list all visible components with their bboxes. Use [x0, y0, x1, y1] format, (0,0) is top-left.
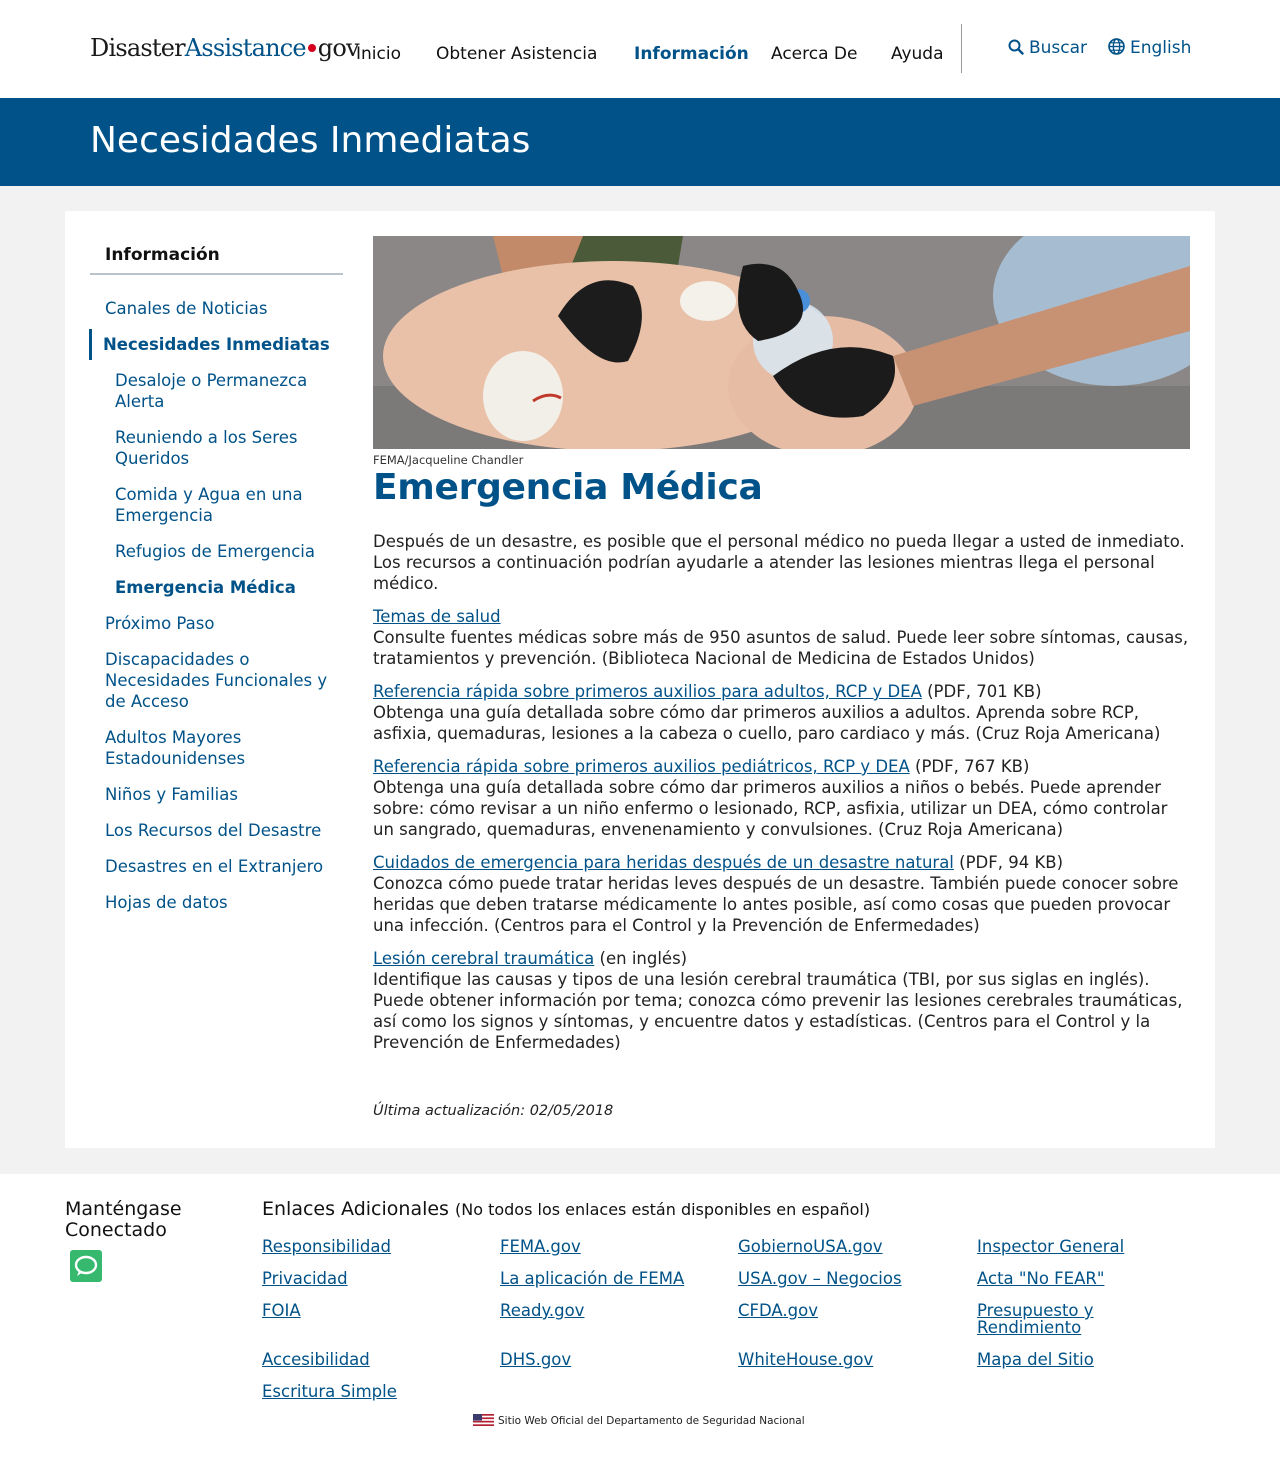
official-site-notice: Sitio Web Oficial del Departamento de Se…: [473, 1414, 805, 1427]
resource-item: Referencia rápida sobre primeros auxilio…: [373, 756, 1190, 840]
footer-link-usagov-negocios[interactable]: USA.gov – Negocios: [738, 1270, 902, 1287]
footer-link-privacidad[interactable]: Privacidad: [262, 1270, 348, 1287]
resource-description: Identifique las causas y tipos de una le…: [373, 970, 1183, 1052]
chat-icon[interactable]: [70, 1250, 102, 1282]
sidebar-item-proximo-paso[interactable]: Próximo Paso: [105, 613, 335, 634]
sidebar-item-desastres-extranjero[interactable]: Desastres en el Extranjero: [105, 856, 340, 877]
nav-ayuda[interactable]: Ayuda: [891, 44, 944, 64]
search-label: Buscar: [1029, 38, 1088, 58]
resource-link-pediatricos-rcp[interactable]: Referencia rápida sobre primeros auxilio…: [373, 757, 910, 776]
globe-icon: [1108, 38, 1125, 55]
image-caption: FEMA/Jacqueline Chandler: [373, 453, 524, 467]
sidebar-current-indicator: [89, 329, 92, 360]
footer-link-ready[interactable]: Ready.gov: [500, 1302, 584, 1319]
sidebar-divider: [90, 273, 343, 275]
article-title: Emergencia Médica: [373, 467, 763, 508]
logo-text-gov: gov: [317, 34, 360, 62]
site-header: DisasterAssistance gov Inicio Obtener Asi…: [0, 0, 1280, 98]
language-toggle[interactable]: English: [1108, 38, 1191, 58]
resource-link-adultos-rcp[interactable]: Referencia rápida sobre primeros auxilio…: [373, 682, 922, 701]
page-title: Necesidades Inmediatas: [90, 120, 531, 161]
sidebar-item-adultos-mayores[interactable]: Adultos Mayores Estadounidenses: [105, 727, 305, 769]
nav-obtener-asistencia[interactable]: Obtener Asistencia: [436, 44, 597, 64]
sidebar-item-desaloje[interactable]: Desaloje o Permanezca Alerta: [115, 370, 325, 412]
footer-link-presupuesto[interactable]: Presupuesto y Rendimiento: [977, 1302, 1117, 1336]
nav-acerca-de[interactable]: Acerca De: [771, 44, 857, 64]
resource-link-cuidados-heridas[interactable]: Cuidados de emergencia para heridas desp…: [373, 853, 954, 872]
us-flag-icon: [473, 1414, 494, 1426]
footer-link-accesibilidad[interactable]: Accesibilidad: [262, 1351, 370, 1368]
additional-links-note: (No todos los enlaces están disponibles …: [455, 1200, 871, 1219]
search-icon: [1008, 39, 1024, 55]
nav-informacion[interactable]: Información: [634, 44, 749, 64]
nav-inicio[interactable]: Inicio: [356, 44, 401, 64]
resource-item: Temas de salud Consulte fuentes médicas …: [373, 606, 1190, 669]
resource-suffix: (PDF, 701 KB): [921, 682, 1042, 701]
sidebar-item-discapacidades[interactable]: Discapacidades o Necesidades Funcionales…: [105, 649, 335, 712]
hero-image-cpr-training: [373, 236, 1190, 449]
sidebar-title: Información: [105, 245, 220, 265]
footer-link-mapa-del-sitio[interactable]: Mapa del Sitio: [977, 1351, 1094, 1368]
logo-dot: [307, 44, 316, 52]
sidebar-item-canales-de-noticias[interactable]: Canales de Noticias: [105, 298, 335, 319]
resource-description: Consulte fuentes médicas sobre más de 95…: [373, 628, 1189, 668]
footer-link-no-fear[interactable]: Acta "No FEAR": [977, 1270, 1104, 1287]
site-logo[interactable]: DisasterAssistance gov: [90, 34, 360, 62]
footer-link-foia[interactable]: FOIA: [262, 1302, 301, 1319]
footer-link-fema[interactable]: FEMA.gov: [500, 1238, 581, 1255]
footer-link-dhs[interactable]: DHS.gov: [500, 1351, 571, 1368]
resource-suffix: (PDF, 94 KB): [953, 853, 1064, 872]
resource-item: Referencia rápida sobre primeros auxilio…: [373, 681, 1190, 744]
resource-description: Conozca cómo puede tratar heridas leves …: [373, 874, 1179, 935]
resource-link-lesion-cerebral[interactable]: Lesión cerebral traumática: [373, 949, 594, 968]
resource-description: Obtenga una guía detallada sobre cómo da…: [373, 703, 1161, 743]
footer-link-whitehouse[interactable]: WhiteHouse.gov: [738, 1351, 873, 1368]
sidebar-item-necesidades-inmediatas[interactable]: Necesidades Inmediatas: [103, 334, 338, 355]
language-label: English: [1130, 38, 1192, 58]
sidebar-item-reuniendo[interactable]: Reuniendo a los Seres Queridos: [115, 427, 325, 469]
logo-text-disaster: Disaster: [90, 34, 186, 62]
footer-link-responsibilidad[interactable]: Responsibilidad: [262, 1238, 391, 1255]
sidebar-item-hojas-de-datos[interactable]: Hojas de datos: [105, 892, 335, 913]
sidebar-item-ninos-y-familias[interactable]: Niños y Familias: [105, 784, 335, 805]
resource-link-temas-de-salud[interactable]: Temas de salud: [373, 607, 501, 626]
official-site-text: Sitio Web Oficial del Departamento de Se…: [498, 1415, 805, 1427]
logo-text-assistance: Assistance: [184, 34, 307, 62]
search-button[interactable]: Buscar: [1008, 38, 1087, 58]
sidebar-item-comida-y-agua[interactable]: Comida y Agua en una Emergencia: [115, 484, 325, 526]
sidebar-item-refugios[interactable]: Refugios de Emergencia: [115, 541, 340, 562]
footer-link-gobiernousa[interactable]: GobiernoUSA.gov: [738, 1238, 883, 1255]
footer-link-inspector-general[interactable]: Inspector General: [977, 1238, 1124, 1255]
resource-item: Lesión cerebral traumática (en inglés) I…: [373, 948, 1190, 1053]
page-banner: Necesidades Inmediatas: [0, 98, 1280, 186]
resource-suffix: (en inglés): [594, 949, 688, 968]
resource-description: Obtenga una guía detallada sobre cómo da…: [373, 778, 1168, 839]
stay-connected-title: Manténgase Conectado: [65, 1198, 182, 1241]
resource-item: Cuidados de emergencia para heridas desp…: [373, 852, 1190, 936]
last-updated: Última actualización: 02/05/2018: [373, 1103, 614, 1119]
additional-links-heading: Enlaces Adicionales: [262, 1198, 449, 1220]
sidebar-item-recursos-del-desastre[interactable]: Los Recursos del Desastre: [105, 820, 340, 841]
additional-links-title: Enlaces Adicionales (No todos los enlace…: [262, 1198, 870, 1220]
sidebar-item-emergencia-medica[interactable]: Emergencia Médica: [115, 577, 340, 598]
resource-suffix: (PDF, 767 KB): [909, 757, 1030, 776]
footer-link-fema-app[interactable]: La aplicación de FEMA: [500, 1270, 684, 1287]
footer-link-escritura-simple[interactable]: Escritura Simple: [262, 1383, 397, 1400]
footer-link-cfda[interactable]: CFDA.gov: [738, 1302, 818, 1319]
article-intro: Después de un desastre, es posible que e…: [373, 532, 1185, 593]
nav-divider: [961, 24, 962, 73]
